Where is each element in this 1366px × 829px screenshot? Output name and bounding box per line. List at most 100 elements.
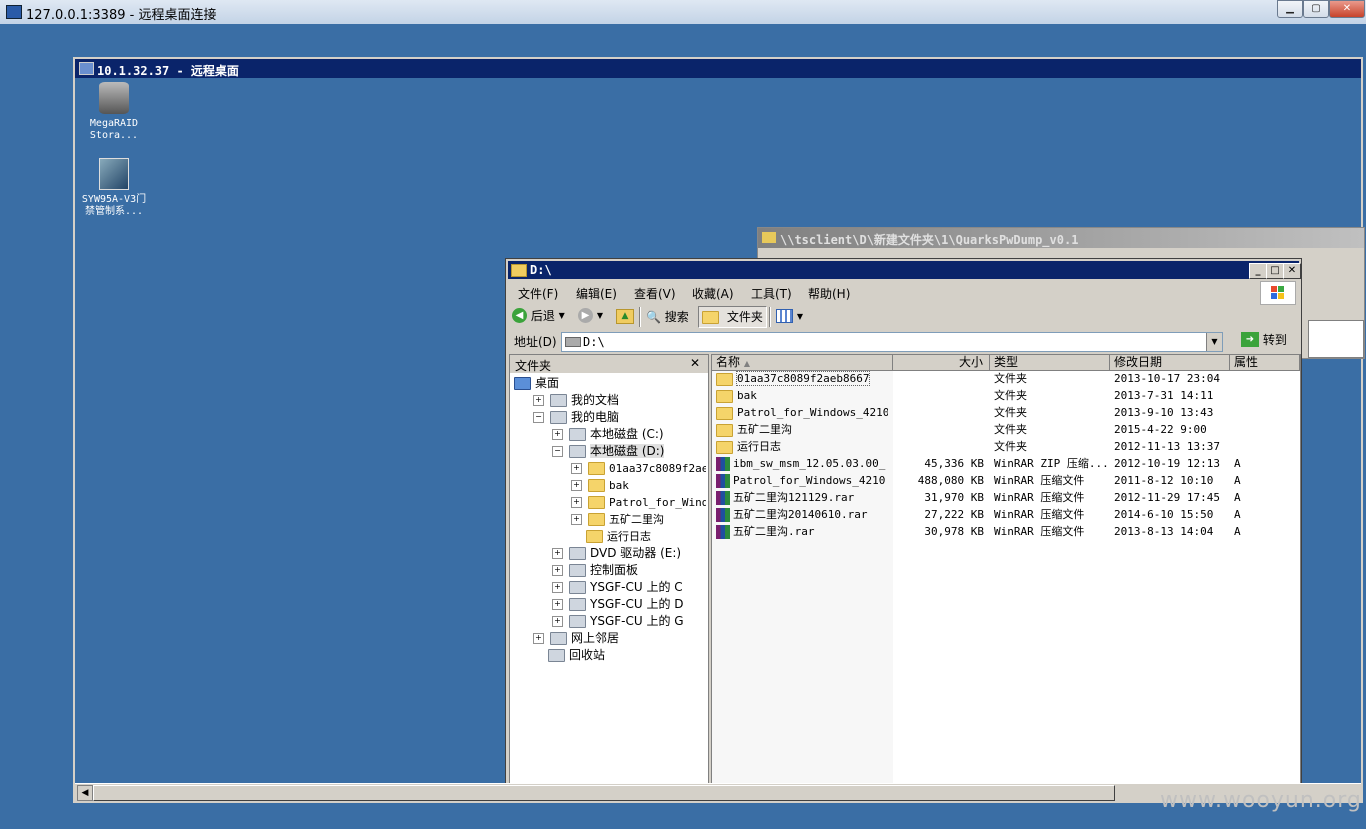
address-label: 地址(D) <box>514 335 557 349</box>
file-row[interactable]: 五矿二里沟.rar 30,978 KB WinRAR 压缩文件 2013-8-13 1… <box>712 523 1300 540</box>
tree-item[interactable]: + DVD 驱动器 (E:) <box>514 545 706 562</box>
expand-toggle-icon[interactable]: + <box>552 599 563 610</box>
column-header-size[interactable]: 大小 <box>893 355 990 370</box>
tree-item[interactable]: + 控制面板 <box>514 562 706 579</box>
file-row[interactable]: Patrol_for_Windows_4210... 488,080 KB WinR… <box>712 472 1300 489</box>
file-list-header: 名称 ▲ 大小 类型 修改日期 属性 <box>712 355 1300 371</box>
expand-toggle-icon[interactable]: + <box>533 633 544 644</box>
remote-desktop-titlebar[interactable]: 10.1.32.37 - 远程桌面 <box>75 59 1361 78</box>
folder-tree-pane[interactable]: 文件夹 ✕ 桌面 + 我的文档 − 我的电脑 + 本地磁盘 (C:) − 本地磁盘 (D:) +0… <box>509 354 709 786</box>
tree-item[interactable]: + 五矿二里沟 <box>514 511 706 528</box>
expand-toggle-icon[interactable]: − <box>533 412 544 423</box>
rdp-titlebar[interactable]: 127.0.0.1:3389 - 远程桌面连接 ▁ ▢ ✕ <box>0 0 1366 25</box>
file-row[interactable]: 五矿二里沟121129.rar 31,970 KB WinRAR 压缩文件 2012-… <box>712 489 1300 506</box>
menu-view[interactable]: 查看(V) <box>634 285 676 302</box>
expand-toggle-icon[interactable]: + <box>552 429 563 440</box>
expand-toggle-icon[interactable]: + <box>571 480 582 491</box>
file-modified-cell: 2012-11-13 13:37 <box>1114 440 1220 453</box>
column-header-name[interactable]: 名称 ▲ <box>712 355 893 370</box>
maximize-button[interactable]: □ <box>1266 263 1284 279</box>
tree-item[interactable]: +01aa37c8089f2aeb8667 <box>514 460 706 477</box>
menu-help[interactable]: 帮助(H) <box>808 285 850 302</box>
rar-archive-icon <box>716 474 730 488</box>
file-type-cell: WinRAR 压缩文件 <box>994 508 1085 521</box>
background-window-titlebar[interactable]: \\tsclient\D\新建文件夹\1\QuarksPwDump_v0.1 <box>758 228 1364 248</box>
file-row[interactable]: 01aa37c8089f2aeb8667 文件夹 2013-10-17 23:04 <box>712 370 1300 387</box>
column-header-type[interactable]: 类型 <box>990 355 1110 370</box>
expand-toggle-icon[interactable]: + <box>533 395 544 406</box>
minimize-button[interactable]: _ <box>1249 263 1267 279</box>
back-button[interactable]: ◀ 后退 ▼ <box>512 307 565 327</box>
expand-toggle-icon[interactable]: − <box>552 446 563 457</box>
menu-favorites[interactable]: 收藏(A) <box>692 285 734 302</box>
rdp-window-title: 127.0.0.1:3389 - 远程桌面连接 <box>26 8 217 23</box>
file-modified-cell: 2013-8-13 14:04 <box>1114 525 1214 538</box>
file-list-pane[interactable]: 名称 ▲ 大小 类型 修改日期 属性 01aa37c8089f2aeb8667 文… <box>711 354 1301 786</box>
views-icon <box>776 308 793 323</box>
folders-label: 文件夹 <box>726 310 763 324</box>
menu-file[interactable]: 文件(F) <box>518 285 558 302</box>
folders-button[interactable]: 文件夹 <box>698 306 767 328</box>
column-header-modified[interactable]: 修改日期 <box>1110 355 1230 370</box>
tree-item[interactable]: 桌面 <box>514 375 706 392</box>
folder-icon <box>586 530 603 543</box>
tree-item[interactable]: + YSGF-CU 上的 C <box>514 579 706 596</box>
file-row[interactable]: Patrol_for_Windows_4210 文件夹 2013-9-10 13:4… <box>712 404 1300 421</box>
maximize-button[interactable]: ▢ <box>1303 0 1329 18</box>
file-row[interactable]: ibm_sw_msm_12.05.03.00_... 45,336 KB WinRA… <box>712 455 1300 472</box>
file-row[interactable]: bak 文件夹 2013-7-31 14:11 <box>712 387 1300 404</box>
expand-toggle-icon[interactable]: + <box>552 582 563 593</box>
tree-item[interactable]: + 本地磁盘 (C:) <box>514 426 706 443</box>
desktop-icon-syw95a[interactable]: SYW95A-V3门 禁管制系... <box>69 158 159 218</box>
tree-item[interactable]: + YSGF-CU 上的 D <box>514 596 706 613</box>
expand-toggle-icon[interactable]: + <box>571 463 582 474</box>
tree-item[interactable]: − 我的电脑 <box>514 409 706 426</box>
expand-toggle-icon[interactable]: + <box>571 497 582 508</box>
views-button[interactable]: ▼ <box>776 308 803 323</box>
tree-item[interactable]: − 本地磁盘 (D:) <box>514 443 706 460</box>
file-name: bak <box>737 389 757 402</box>
menu-tools[interactable]: 工具(T) <box>751 285 792 302</box>
close-icon[interactable]: ✕ <box>690 356 700 370</box>
file-row[interactable]: 运行日志 文件夹 2012-11-13 13:37 <box>712 438 1300 455</box>
explorer-title: D:\ <box>530 263 552 277</box>
folder-icon <box>702 311 719 324</box>
scroll-left-arrow[interactable]: ◀ <box>77 785 93 801</box>
column-header-attributes[interactable]: 属性 <box>1230 355 1300 370</box>
file-modified-cell: 2013-9-10 13:43 <box>1114 406 1214 419</box>
tree-item[interactable]: + YSGF-CU 上的 G <box>514 613 706 630</box>
up-folder-icon: ▲ <box>616 309 634 324</box>
close-button[interactable]: ✕ <box>1283 263 1301 279</box>
forward-button[interactable]: ▶ ▼ <box>578 307 603 323</box>
up-folder-button[interactable]: ▲ <box>616 307 634 324</box>
scroll-thumb[interactable] <box>93 785 1115 801</box>
address-input[interactable]: D:\ ▼ <box>561 332 1223 352</box>
search-button[interactable]: 🔍 搜索 <box>646 308 689 325</box>
menu-edit[interactable]: 编辑(E) <box>576 285 617 302</box>
close-button[interactable]: ✕ <box>1329 0 1365 18</box>
tree-item[interactable]: + 网上邻居 <box>514 630 706 647</box>
tree-item-label: 本地磁盘 (D:) <box>590 444 665 458</box>
tree-item[interactable]: 回收站 <box>514 647 706 664</box>
tree-item[interactable]: + bak <box>514 477 706 494</box>
expand-toggle-icon[interactable]: + <box>552 548 563 559</box>
file-row[interactable]: 五矿二里沟 文件夹 2015-4-22 9:00 <box>712 421 1300 438</box>
tree-item[interactable]: 运行日志 <box>514 528 706 545</box>
expand-toggle-icon[interactable]: + <box>552 565 563 576</box>
expand-toggle-icon[interactable]: + <box>571 514 582 525</box>
explorer-window[interactable]: D:\ _ □ ✕ 文件(F) 编辑(E) 查看(V) 收藏(A) 工具(T) … <box>505 258 1302 787</box>
explorer-titlebar[interactable]: D:\ _ □ ✕ <box>508 261 1301 279</box>
tree-item[interactable]: + 我的文档 <box>514 392 706 409</box>
drive-icon <box>569 445 586 458</box>
file-row[interactable]: 五矿二里沟20140610.rar 27,222 KB WinRAR 压缩文件 201… <box>712 506 1300 523</box>
file-type-cell: WinRAR 压缩文件 <box>994 474 1085 487</box>
file-type-cell: 文件夹 <box>994 440 1027 453</box>
expand-toggle-icon[interactable]: + <box>552 616 563 627</box>
minimize-button[interactable]: ▁ <box>1277 0 1303 18</box>
address-dropdown-button[interactable]: ▼ <box>1206 333 1222 351</box>
tree-item[interactable]: + Patrol_for_Windows_ <box>514 494 706 511</box>
file-name-cell: 五矿二里沟121129.rar <box>716 489 888 506</box>
desktop-icon-megaraid[interactable]: MegaRAID Stora... <box>69 82 159 142</box>
tree-item-label: bak <box>609 479 629 492</box>
go-button[interactable]: ➜ 转到 <box>1241 331 1287 348</box>
